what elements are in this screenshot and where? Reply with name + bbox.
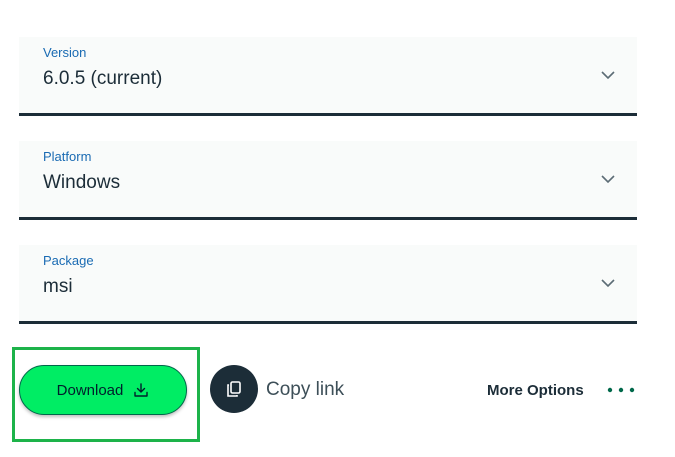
chevron-down-icon xyxy=(601,279,615,288)
chevron-down-icon xyxy=(601,175,615,184)
version-label: Version xyxy=(43,45,87,60)
download-label: Download xyxy=(56,381,124,399)
download-button[interactable]: Download xyxy=(19,365,187,415)
more-options-link[interactable]: More Options xyxy=(487,381,584,401)
platform-select[interactable]: Platform Windows xyxy=(19,141,637,220)
version-select[interactable]: Version 6.0.5 (current) xyxy=(19,37,637,116)
copy-link-label[interactable]: Copy link xyxy=(266,378,344,402)
package-select[interactable]: Package msi xyxy=(19,245,637,324)
platform-label: Platform xyxy=(43,149,92,164)
version-value: 6.0.5 (current) xyxy=(43,68,163,89)
chevron-down-icon xyxy=(601,71,615,80)
copy-icon xyxy=(227,381,241,397)
platform-value: Windows xyxy=(43,172,121,193)
download-panel: Version 6.0.5 (current) Platform Windows… xyxy=(0,0,675,457)
package-label: Package xyxy=(43,253,94,268)
ellipsis-icon[interactable] xyxy=(606,386,636,394)
package-value: msi xyxy=(43,276,73,297)
download-icon xyxy=(134,383,149,397)
copy-link-button[interactable] xyxy=(210,365,258,413)
